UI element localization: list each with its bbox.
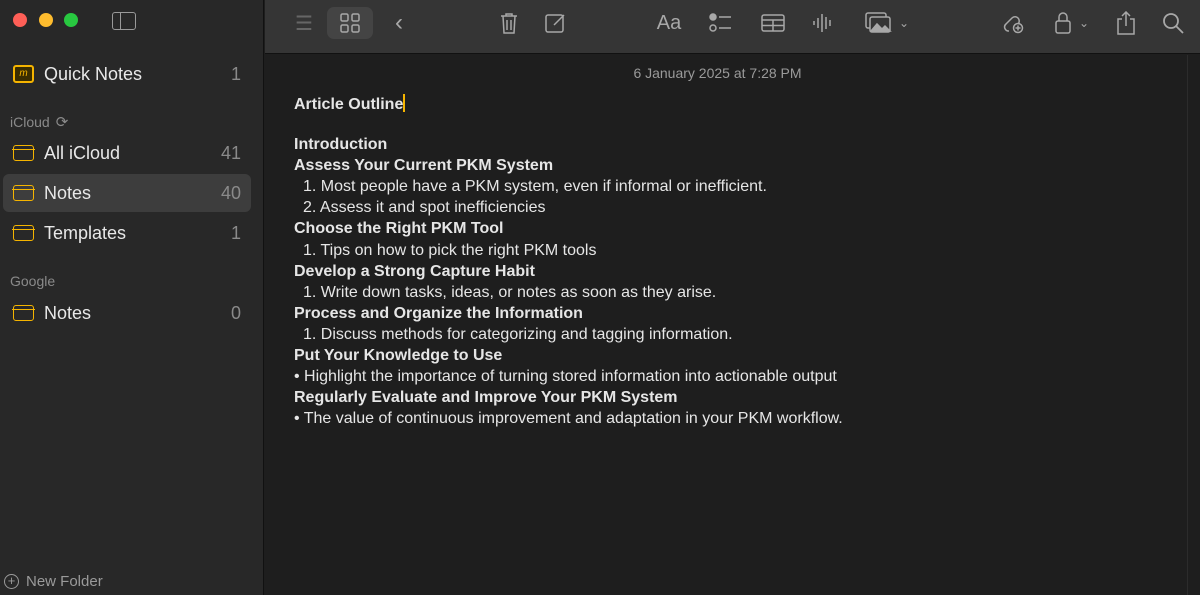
sidebar-item-label: Notes bbox=[44, 182, 92, 203]
folder-icon bbox=[12, 305, 35, 321]
audio-waveform-icon[interactable] bbox=[810, 7, 836, 39]
note-heading: Process and Organize the Information bbox=[294, 304, 583, 322]
checklist-icon[interactable] bbox=[707, 7, 735, 39]
search-icon[interactable] bbox=[1160, 7, 1186, 39]
folder-icon bbox=[12, 225, 35, 241]
sidebar-item-count: 1 bbox=[230, 63, 241, 84]
note-heading: Introduction bbox=[294, 136, 388, 153]
sidebar-item-google-notes[interactable]: Notes 0 bbox=[3, 294, 251, 332]
note-line: 1. Tips on how to pick the right PKM too… bbox=[303, 241, 597, 259]
note-title[interactable]: Article Outline bbox=[294, 94, 406, 114]
plus-circle-icon: + bbox=[4, 574, 19, 589]
new-folder-button[interactable]: + New Folder bbox=[4, 573, 103, 590]
lock-menu-button[interactable]: ⌄ bbox=[1051, 7, 1093, 39]
note-heading: Choose the Right PKM Tool bbox=[294, 220, 504, 238]
note-heading: Put Your Knowledge to Use bbox=[294, 347, 503, 364]
folder-icon bbox=[12, 145, 35, 161]
zoom-window-button[interactable] bbox=[64, 13, 78, 27]
media-menu-button[interactable]: ⌄ bbox=[861, 7, 913, 39]
sidebar-item-label: Quick Notes bbox=[44, 63, 143, 84]
note-line: • Highlight the importance of turning st… bbox=[294, 368, 837, 386]
sidebar-item-count: 1 bbox=[230, 222, 241, 243]
note-line: 1. Write down tasks, ideas, or notes as … bbox=[303, 283, 717, 301]
note-title-text: Article Outline bbox=[294, 96, 404, 113]
note-line: 1. Discuss methods for categorizing and … bbox=[303, 325, 733, 343]
section-header-google: Google bbox=[10, 273, 55, 289]
sidebar-item-label: All iCloud bbox=[44, 142, 121, 163]
new-folder-label: New Folder bbox=[26, 573, 103, 590]
toolbar: ☰ ‹ Aa ⌄ ⌄ bbox=[265, 0, 1200, 54]
sidebar-item-quick-notes[interactable]: m Quick Notes 1 bbox=[3, 55, 251, 93]
note-heading: Develop a Strong Capture Habit bbox=[294, 262, 535, 280]
list-view-icon[interactable]: ☰ bbox=[289, 7, 319, 39]
gallery-view-icon[interactable] bbox=[327, 7, 373, 39]
format-icon[interactable]: Aa bbox=[653, 7, 685, 39]
folder-icon bbox=[12, 185, 35, 201]
text-cursor bbox=[403, 94, 406, 112]
note-heading: Regularly Evaluate and Improve Your PKM … bbox=[294, 389, 678, 407]
note-line: 2. Assess it and spot inefficiencies bbox=[303, 199, 546, 217]
compose-icon[interactable] bbox=[542, 7, 570, 39]
quick-notes-icon: m bbox=[13, 65, 34, 83]
scrollbar[interactable] bbox=[1187, 55, 1188, 595]
note-heading: Assess Your Current PKM System bbox=[294, 157, 554, 175]
sidebar-item-notes[interactable]: Notes 40 bbox=[3, 174, 251, 212]
trash-icon[interactable] bbox=[495, 7, 523, 39]
collaborate-icon[interactable] bbox=[999, 7, 1027, 39]
sidebar-item-count: 40 bbox=[220, 182, 241, 203]
sidebar-item-label: Templates bbox=[44, 222, 127, 243]
back-icon[interactable]: ‹ bbox=[387, 7, 411, 39]
sidebar-item-label: Notes bbox=[44, 302, 92, 323]
sidebar-toggle-icon[interactable] bbox=[112, 12, 136, 30]
note-date: 6 January 2025 at 7:28 PM bbox=[633, 65, 802, 81]
chevron-down-icon: ⌄ bbox=[898, 16, 910, 30]
sync-icon: ⟳ bbox=[55, 114, 69, 131]
note-editor[interactable]: 6 January 2025 at 7:28 PM Article Outlin… bbox=[265, 55, 1200, 595]
note-line: 1. Most people have a PKM system, even i… bbox=[303, 178, 767, 196]
section-header-icloud: iCloud ⟳ bbox=[10, 113, 68, 131]
sidebar-item-count: 41 bbox=[220, 142, 241, 163]
chevron-down-icon: ⌄ bbox=[1078, 16, 1090, 30]
sidebar-item-templates[interactable]: Templates 1 bbox=[3, 214, 251, 252]
note-line: • The value of continuous improvement an… bbox=[294, 410, 843, 428]
section-label: Google bbox=[10, 273, 56, 289]
table-icon[interactable] bbox=[759, 7, 787, 39]
close-window-button[interactable] bbox=[13, 13, 27, 27]
sidebar-item-count: 0 bbox=[230, 302, 241, 323]
sidebar: m Quick Notes 1 iCloud ⟳ All iCloud 41 N… bbox=[0, 0, 264, 595]
minimize-window-button[interactable] bbox=[39, 13, 53, 27]
share-icon[interactable] bbox=[1113, 7, 1139, 39]
sidebar-item-all-icloud[interactable]: All iCloud 41 bbox=[3, 134, 251, 172]
section-label: iCloud bbox=[10, 114, 50, 130]
